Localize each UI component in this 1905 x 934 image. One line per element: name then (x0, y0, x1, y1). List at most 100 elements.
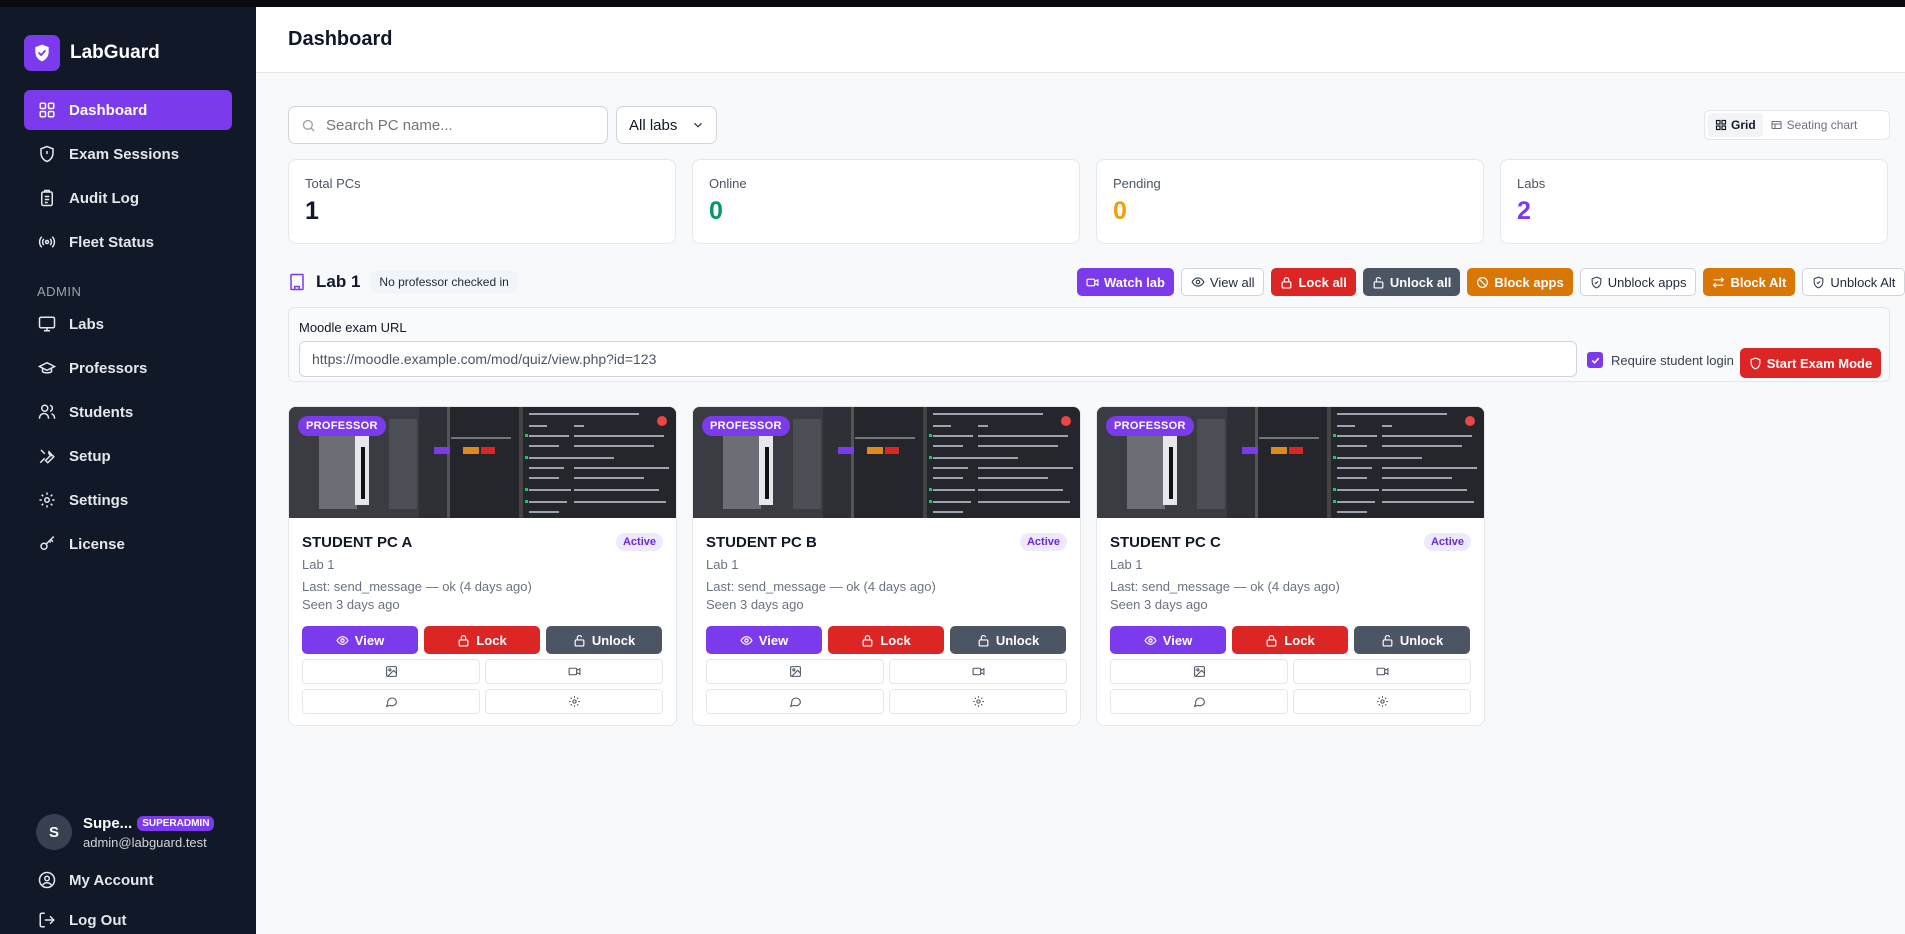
lock-pc-button[interactable]: Lock (1232, 626, 1348, 654)
sidebar-item-label: Setup (69, 447, 111, 465)
lock-icon (458, 634, 469, 647)
sidebar-item-label: License (69, 535, 125, 553)
message-icon (789, 697, 801, 708)
unlock-pc-label: Unlock (591, 632, 636, 648)
unlock-pc-button[interactable]: Unlock (950, 626, 1066, 654)
lock-pc-button[interactable]: Lock (424, 626, 540, 654)
unlock-pc-button[interactable]: Unlock (546, 626, 662, 654)
stat-card-labs: Labs 2 (1500, 159, 1888, 244)
pc-card[interactable]: PROFESSOR STUDENT PC B Active Lab 1 Last… (692, 406, 1081, 726)
stat-label: Pending (1113, 176, 1161, 191)
stat-card-pending: Pending 0 (1096, 159, 1484, 244)
sidebar-item-exam-sessions[interactable]: Exam Sessions (24, 134, 232, 174)
shield-logo-icon (24, 35, 60, 71)
sidebar-item-audit-log[interactable]: Audit Log (24, 178, 232, 218)
sidebar-item-dashboard[interactable]: Dashboard (24, 90, 232, 130)
screenshot-button[interactable] (1110, 659, 1288, 684)
view-pc-label: View (758, 632, 789, 648)
pc-screen-thumbnail[interactable]: PROFESSOR (693, 407, 1080, 518)
record-button[interactable] (1293, 659, 1471, 684)
unlock-icon (574, 634, 585, 647)
eye-icon (1191, 277, 1205, 287)
log-out-link[interactable]: Log Out (24, 902, 232, 934)
app-logo[interactable]: LabGuard (24, 35, 160, 71)
screenshot-button[interactable] (302, 659, 480, 684)
sidebar-item-license[interactable]: License (24, 524, 232, 564)
image-icon (385, 666, 397, 677)
pc-screen-thumbnail[interactable]: PROFESSOR (289, 407, 676, 518)
sidebar-item-setup[interactable]: Setup (24, 436, 232, 476)
exam-url-label: Moodle exam URL (299, 320, 407, 335)
search-input[interactable] (326, 116, 586, 134)
screenshot-button[interactable] (706, 659, 884, 684)
pc-primary-actions: View Lock Unlock (706, 626, 1066, 654)
page-title: Dashboard (288, 28, 393, 50)
pc-settings-button[interactable] (485, 689, 663, 714)
message-button[interactable] (706, 689, 884, 714)
shield-check-icon (1813, 276, 1824, 288)
pc-settings-button[interactable] (1293, 689, 1471, 714)
view-pc-button[interactable]: View (1110, 626, 1226, 654)
message-button[interactable] (302, 689, 480, 714)
pc-card[interactable]: PROFESSOR STUDENT PC C Active Lab 1 Last… (1096, 406, 1485, 726)
chevron-down-icon (694, 122, 702, 128)
building-icon (290, 273, 304, 291)
sidebar-item-fleet-status[interactable]: Fleet Status (24, 222, 232, 262)
pc-screen-thumbnail[interactable]: PROFESSOR (1097, 407, 1484, 518)
watch-lab-button[interactable]: Watch lab (1077, 268, 1174, 296)
checkbox-checked-icon (1587, 352, 1603, 368)
lab-filter-select[interactable]: All labs (616, 106, 717, 144)
lock-pc-button[interactable]: Lock (828, 626, 944, 654)
view-pc-button[interactable]: View (706, 626, 822, 654)
search-box[interactable] (288, 106, 608, 144)
view-toggle: Grid Seating chart (1704, 110, 1890, 140)
my-account-link[interactable]: My Account (24, 862, 232, 898)
pc-settings-button[interactable] (889, 689, 1067, 714)
lab-filter-value: All labs (629, 116, 678, 134)
record-button[interactable] (485, 659, 663, 684)
unblock-apps-button[interactable]: Unblock apps (1579, 268, 1697, 296)
exam-panel: Moodle exam URL https://moodle.example.c… (288, 307, 1890, 382)
start-exam-mode-button[interactable]: Start Exam Mode (1740, 348, 1881, 378)
view-pc-button[interactable]: View (302, 626, 418, 654)
user-email: admin@labguard.test (83, 834, 207, 850)
pc-lab: Lab 1 (302, 557, 335, 572)
pc-card[interactable]: PROFESSOR STUDENT PC A Active Lab 1 Last… (288, 406, 677, 726)
graduation-cap-icon (38, 361, 56, 374)
broadcast-icon (38, 236, 56, 248)
lock-all-button[interactable]: Lock all (1271, 268, 1356, 296)
require-login-checkbox[interactable]: Require student login (1587, 352, 1734, 368)
pc-lab: Lab 1 (706, 557, 739, 572)
unblock-alt-button[interactable]: Unblock Alt (1802, 268, 1905, 296)
sidebar-item-settings[interactable]: Settings (24, 480, 232, 520)
unlock-all-button[interactable]: Unlock all (1362, 268, 1461, 296)
view-all-button[interactable]: View all (1180, 268, 1265, 296)
recording-indicator-icon (657, 416, 667, 426)
pc-secondary-actions (1110, 659, 1472, 714)
sidebar-item-label: Dashboard (69, 101, 148, 119)
block-apps-button[interactable]: Block apps (1467, 268, 1573, 296)
record-button[interactable] (889, 659, 1067, 684)
lab-name: Lab 1 (316, 272, 361, 291)
view-grid-button[interactable]: Grid (1708, 113, 1763, 137)
sidebar-item-professors[interactable]: Professors (24, 348, 232, 388)
ban-icon (1477, 276, 1489, 288)
shield-check-icon (1591, 276, 1602, 288)
message-button[interactable] (1110, 689, 1288, 714)
sidebar-item-students[interactable]: Students (24, 392, 232, 432)
stat-value: 2 (1517, 197, 1531, 225)
view-seating-chart-button[interactable]: Seating chart (1763, 113, 1865, 137)
block-apps-label: Block apps (1494, 274, 1564, 290)
user-profile[interactable]: S Supe... SUPERADMIN admin@labguard.test (36, 814, 215, 850)
unlock-pc-button[interactable]: Unlock (1354, 626, 1470, 654)
sidebar-item-label: Professors (69, 359, 148, 377)
start-exam-label: Start Exam Mode (1766, 355, 1873, 371)
exam-url-input[interactable]: https://moodle.example.com/mod/quiz/view… (299, 341, 1577, 377)
status-badge: Active (1423, 533, 1471, 551)
view-all-label: View all (1209, 274, 1255, 290)
block-alt-button[interactable]: Block Alt (1703, 268, 1796, 296)
watch-lab-label: Watch lab (1104, 274, 1165, 290)
sidebar-item-labs[interactable]: Labs (24, 304, 232, 344)
lab-actions: Watch lab View all Lock all Unlock all B… (1070, 268, 1905, 296)
role-badge: SUPERADMIN (137, 815, 215, 831)
